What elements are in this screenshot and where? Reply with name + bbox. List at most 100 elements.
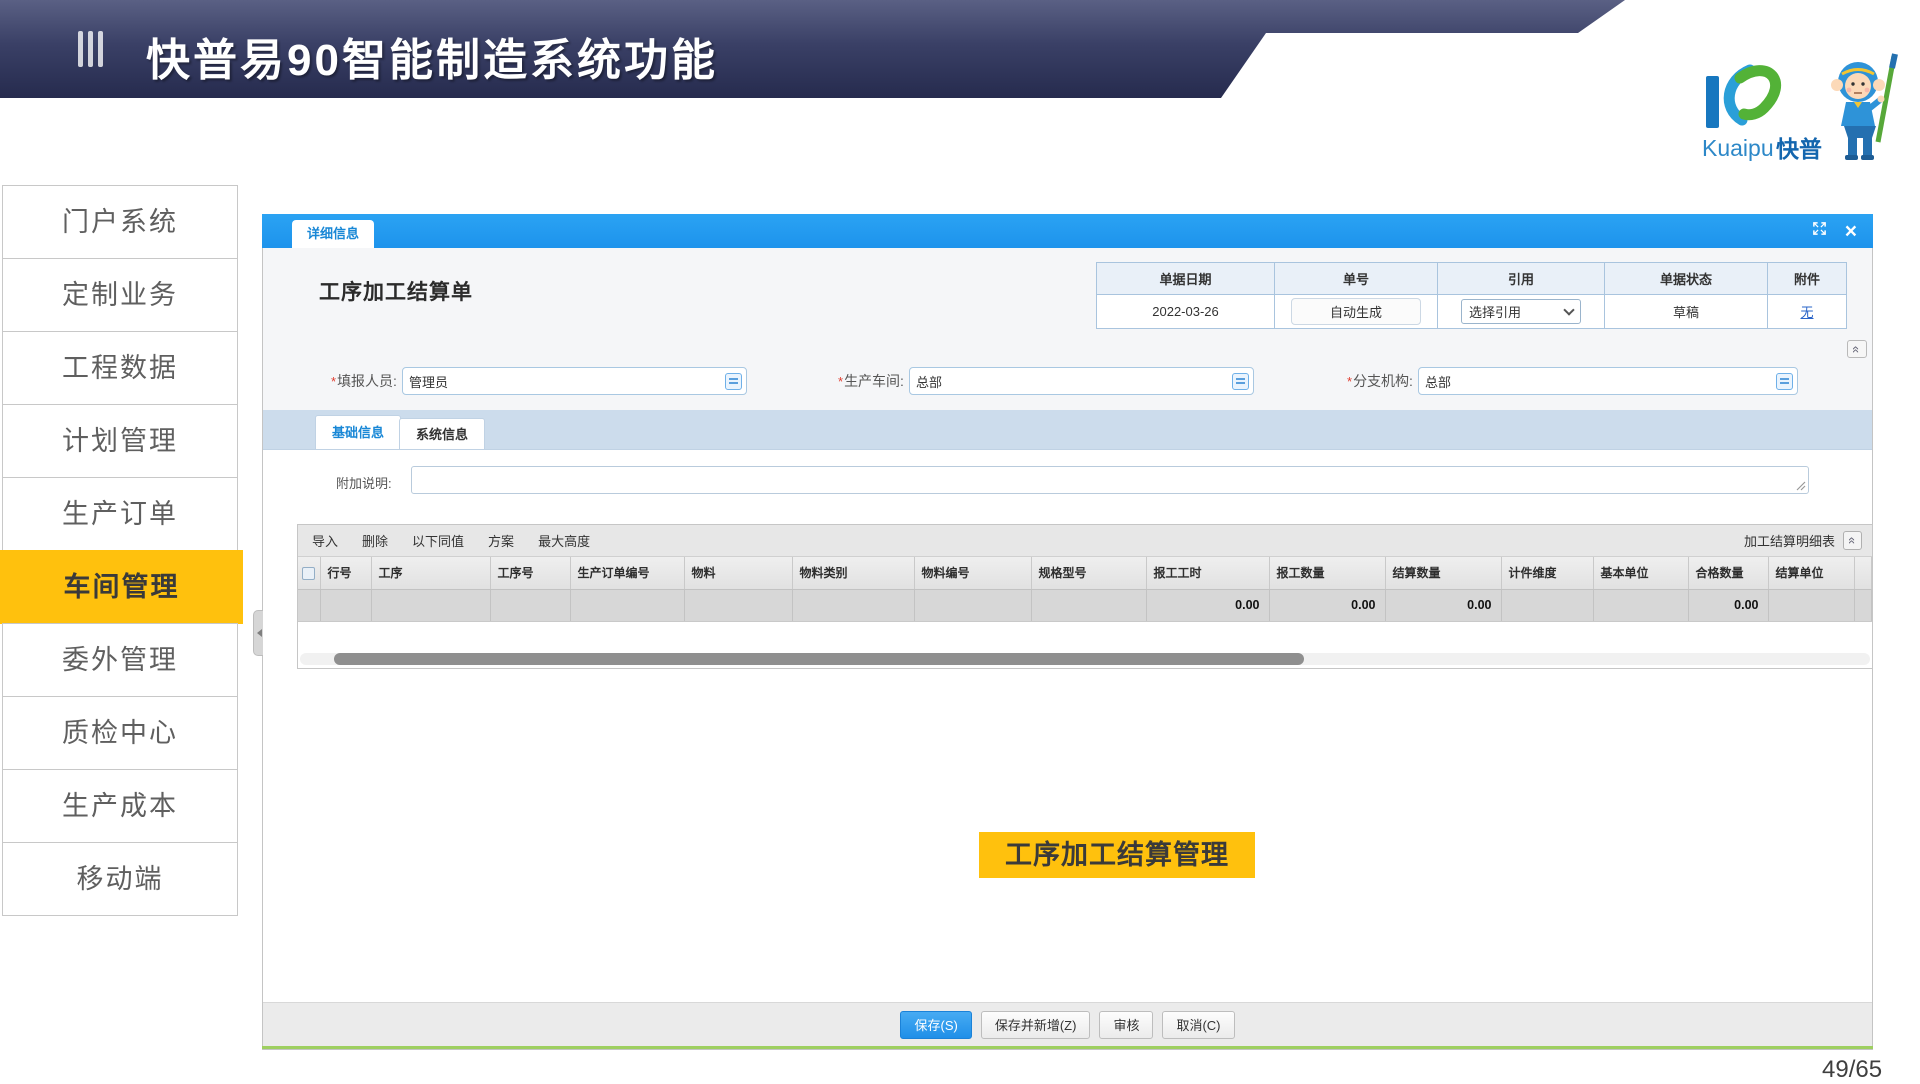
list-picker-icon[interactable]: [725, 373, 742, 390]
reporter-field-label: 填报人员:: [337, 371, 397, 391]
dialog-footer: 保存(S) 保存并新增(Z) 审核 取消(C): [263, 1002, 1872, 1046]
dialog-bottom-green-line: [262, 1046, 1873, 1049]
col-process[interactable]: 工序: [371, 557, 490, 589]
close-icon[interactable]: ×: [1845, 221, 1857, 242]
note-input[interactable]: [418, 467, 1792, 493]
form-fields-row: * 填报人员: * 生产车间: * 分支机构:: [263, 366, 1872, 396]
chevron-up-double-icon: «: [1846, 537, 1859, 544]
reported-hours-total: 0.00: [1146, 589, 1269, 621]
col-reported-hours[interactable]: 报工工时: [1146, 557, 1269, 589]
workshop-input-box: [909, 367, 1254, 395]
select-all-checkbox[interactable]: [302, 567, 315, 580]
detail-grid-table: 行号 工序 工序号 生产订单编号 物料 物料类别 物料编号 规格型号 报工工时 …: [298, 557, 1872, 622]
toolbar-import-button[interactable]: 导入: [312, 531, 338, 550]
col-spec-model[interactable]: 规格型号: [1031, 557, 1146, 589]
collapse-grid-button[interactable]: «: [1843, 531, 1862, 550]
note-input-box: [411, 466, 1809, 494]
inner-tab-strip: 基础信息 系统信息: [263, 410, 1872, 450]
col-attachment: 附件: [1768, 263, 1847, 295]
required-mark: *: [838, 374, 843, 389]
col-row-no[interactable]: 行号: [320, 557, 371, 589]
reporter-input[interactable]: [409, 368, 720, 394]
chevron-down-icon: [1563, 304, 1574, 315]
branch-input-box: [1418, 367, 1798, 395]
col-qualified-qty[interactable]: 合格数量: [1688, 557, 1768, 589]
save-button[interactable]: 保存(S): [900, 1011, 971, 1039]
cancel-button[interactable]: 取消(C): [1162, 1011, 1234, 1039]
grid-empty-area: [298, 622, 1872, 668]
qualified-qty-total: 0.00: [1688, 589, 1768, 621]
col-settlement-unit[interactable]: 结算单位: [1768, 557, 1854, 589]
feature-highlight-label: 工序加工结算管理: [979, 832, 1255, 878]
workshop-input[interactable]: [916, 368, 1227, 394]
fullscreen-icon[interactable]: [1812, 221, 1827, 241]
kuaipu-logo: Kuaipu 快普: [1698, 52, 1912, 168]
col-settlement-qty[interactable]: 结算数量: [1385, 557, 1501, 589]
resize-handle-icon[interactable]: [1796, 481, 1806, 491]
form-title: 工序加工结算单: [319, 276, 473, 306]
grid-toolbar: 导入 删除 以下同值 方案 最大高度 加工结算明细表 «: [298, 525, 1872, 557]
col-material-no[interactable]: 物料编号: [914, 557, 1031, 589]
kp-monogram-icon: [1706, 70, 1776, 128]
branch-input[interactable]: [1425, 368, 1771, 394]
panel-collapse-left-tab[interactable]: [253, 610, 263, 656]
reported-qty-total: 0.00: [1269, 589, 1385, 621]
save-and-new-button[interactable]: 保存并新增(Z): [981, 1011, 1091, 1039]
sidebar-item-engineering-data[interactable]: 工程数据: [2, 331, 238, 405]
chevron-up-double-icon: «: [1850, 345, 1863, 352]
workshop-field-label: 生产车间:: [844, 371, 904, 391]
dialog-titlebar: 详细信息 ×: [262, 214, 1873, 248]
reporter-input-box: [402, 367, 747, 395]
sidebar-item-production-order[interactable]: 生产订单: [2, 477, 238, 551]
list-picker-icon[interactable]: [1232, 373, 1249, 390]
document-number-value: 自动生成: [1291, 298, 1421, 325]
sidebar-item-mobile[interactable]: 移动端: [2, 842, 238, 916]
required-mark: *: [331, 374, 336, 389]
col-document-status: 单据状态: [1605, 263, 1768, 295]
audit-button[interactable]: 审核: [1099, 1011, 1153, 1039]
tab-detail-info[interactable]: 详细信息: [292, 220, 374, 248]
sidebar-item-outsourcing[interactable]: 委外管理: [2, 623, 238, 697]
sidebar-item-workshop-management[interactable]: 车间管理: [0, 550, 243, 624]
document-date-value: 2022-03-26: [1097, 295, 1275, 329]
reference-select[interactable]: 选择引用: [1461, 299, 1581, 324]
tab-system-info[interactable]: 系统信息: [399, 418, 485, 449]
col-production-order-no[interactable]: 生产订单编号: [570, 557, 684, 589]
list-picker-icon[interactable]: [1776, 373, 1793, 390]
slide-header-band: 快普易90智能制造系统功能: [0, 0, 1920, 98]
settlement-qty-total: 0.00: [1385, 589, 1501, 621]
col-reported-qty[interactable]: 报工数量: [1269, 557, 1385, 589]
sidebar-menu: 门户系统 定制业务 工程数据 计划管理 生产订单 车间管理 委外管理 质检中心 …: [2, 186, 238, 916]
sidebar-item-quality-center[interactable]: 质检中心: [2, 696, 238, 770]
toolbar-same-below-button[interactable]: 以下同值: [412, 531, 464, 550]
grid-panel-label: 加工结算明细表: [1744, 531, 1835, 550]
document-header-table: 单据日期 单号 引用 单据状态 附件 2022-03-26 自动生成 选择引用 …: [1096, 262, 1847, 329]
grid-header-row: 行号 工序 工序号 生产订单编号 物料 物料类别 物料编号 规格型号 报工工时 …: [298, 557, 1872, 589]
collapse-header-button[interactable]: «: [1847, 340, 1867, 358]
chevron-left-icon: [253, 629, 262, 637]
col-base-unit[interactable]: 基本单位: [1593, 557, 1688, 589]
sidebar-item-custom-business[interactable]: 定制业务: [2, 258, 238, 332]
sidebar-item-production-cost[interactable]: 生产成本: [2, 769, 238, 843]
logo-brand-en: Kuaipu: [1702, 135, 1774, 161]
col-material[interactable]: 物料: [684, 557, 792, 589]
sidebar-item-plan-management[interactable]: 计划管理: [2, 404, 238, 478]
document-status-value: 草稿: [1605, 295, 1768, 329]
branch-field-label: 分支机构:: [1353, 371, 1413, 391]
col-document-number: 单号: [1275, 263, 1438, 295]
attachment-link[interactable]: 无: [1800, 305, 1813, 320]
sidebar-item-portal[interactable]: 门户系统: [2, 185, 238, 259]
tab-basic-info[interactable]: 基础信息: [315, 415, 401, 449]
grid-summary-row[interactable]: 0.00 0.00 0.00 0.00: [298, 589, 1872, 621]
col-piece-dimension[interactable]: 计件维度: [1501, 557, 1593, 589]
horizontal-scrollbar-track[interactable]: [300, 653, 1870, 665]
col-process-no[interactable]: 工序号: [490, 557, 570, 589]
toolbar-scheme-button[interactable]: 方案: [488, 531, 514, 550]
horizontal-scrollbar-thumb[interactable]: [334, 653, 1304, 665]
required-mark: *: [1347, 374, 1352, 389]
col-document-date: 单据日期: [1097, 263, 1275, 295]
col-material-category[interactable]: 物料类别: [792, 557, 914, 589]
toolbar-max-height-button[interactable]: 最大高度: [538, 531, 590, 550]
toolbar-delete-button[interactable]: 删除: [362, 531, 388, 550]
note-label: 附加说明:: [336, 473, 392, 492]
